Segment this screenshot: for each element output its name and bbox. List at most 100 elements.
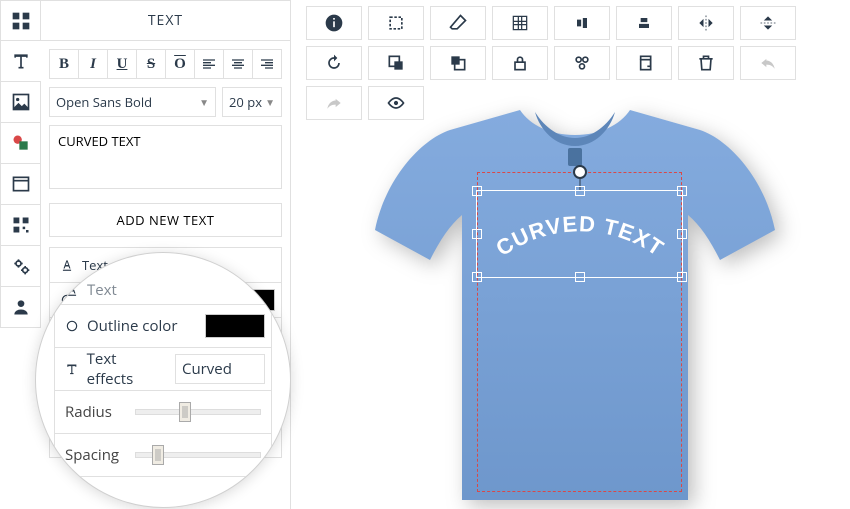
grid-button[interactable]	[492, 6, 548, 40]
italic-button[interactable]: I	[79, 50, 108, 78]
mag-effects-row: Text effects Curved	[54, 347, 272, 391]
handle-tm[interactable]	[575, 186, 585, 196]
grid-icon	[510, 13, 530, 33]
redo-icon	[324, 93, 344, 113]
strike-button[interactable]: S	[137, 50, 166, 78]
text-icon	[11, 51, 31, 71]
book-icon	[11, 174, 31, 194]
delete-button[interactable]	[678, 46, 734, 80]
bring-front-icon	[448, 53, 468, 73]
handle-tl[interactable]	[472, 186, 482, 196]
tab-shapes[interactable]	[0, 123, 41, 164]
format-toolbar: B I U S O	[49, 49, 282, 79]
undo-circle-icon	[324, 53, 344, 73]
mag-radius-slider[interactable]	[135, 403, 261, 421]
curved-text-content: CURVED TEXT	[491, 211, 668, 261]
group-button[interactable]	[554, 46, 610, 80]
align-center-icon	[230, 56, 246, 72]
mag-effects-select[interactable]: Curved	[175, 354, 265, 384]
tab-qrcode[interactable]	[0, 205, 41, 246]
magnifier-lens: Text Outline color Text effects Curved R…	[35, 252, 291, 508]
qr-icon	[11, 215, 31, 235]
mag-text-row: Text	[54, 275, 272, 305]
select-button[interactable]	[368, 6, 424, 40]
chevron-down-icon: ▼	[199, 95, 209, 109]
undo-button[interactable]	[740, 46, 796, 80]
mag-outline-label: Outline color	[87, 316, 177, 336]
flip-h-button[interactable]	[678, 6, 734, 40]
user-icon	[11, 297, 31, 317]
duplicate-button[interactable]	[616, 46, 672, 80]
trash-icon	[696, 53, 716, 73]
lock-icon	[510, 53, 530, 73]
tab-templates[interactable]	[0, 0, 41, 41]
eraser-icon	[448, 13, 468, 33]
shapes-icon	[11, 133, 31, 153]
erase-button[interactable]	[430, 6, 486, 40]
mag-spacing-row: Spacing	[54, 433, 272, 477]
align-left-icon	[201, 56, 217, 72]
curved-text-object[interactable]: CURVED TEXT	[476, 199, 683, 279]
font-size-value: 20 px	[229, 93, 262, 111]
info-button[interactable]	[306, 6, 362, 40]
bring-front-button[interactable]	[430, 46, 486, 80]
send-back-icon	[386, 53, 406, 73]
effects-icon	[65, 362, 79, 376]
chevron-down-icon: ▼	[265, 95, 275, 109]
duplicate-icon	[634, 53, 654, 73]
tab-templates2[interactable]	[0, 164, 41, 205]
tab-settings[interactable]	[0, 246, 41, 287]
mag-radius-label: Radius	[65, 402, 125, 422]
tab-account[interactable]	[0, 287, 41, 328]
send-back-button[interactable]	[368, 46, 424, 80]
font-select-value: Open Sans Bold	[56, 93, 152, 111]
image-icon	[11, 92, 31, 112]
underline-button[interactable]: U	[108, 50, 137, 78]
align-v-icon	[634, 13, 654, 33]
tab-image[interactable]	[0, 82, 41, 123]
text-color-icon	[60, 258, 74, 272]
rotate-handle[interactable]	[573, 165, 587, 179]
mag-effects-label: Text effects	[87, 349, 165, 389]
add-text-button[interactable]: ADD NEW TEXT	[49, 203, 282, 237]
align-h-button[interactable]	[554, 6, 610, 40]
handle-tr[interactable]	[677, 186, 687, 196]
align-right-icon	[259, 56, 275, 72]
align-left-button[interactable]	[195, 50, 224, 78]
mag-outline-swatch[interactable]	[205, 314, 265, 338]
mag-radius-row: Radius	[54, 390, 272, 434]
align-center-button[interactable]	[224, 50, 253, 78]
outline-icon	[65, 319, 79, 333]
gears-icon	[11, 256, 31, 276]
canvas-area: CURVED TEXT	[300, 0, 850, 509]
mag-spacing-label: Spacing	[65, 445, 125, 465]
mag-text-label: Text	[87, 280, 117, 300]
mag-effects-value: Curved	[182, 359, 232, 379]
mag-spacing-slider[interactable]	[135, 446, 261, 464]
font-select[interactable]: Open Sans Bold ▼	[49, 87, 216, 117]
align-h-icon	[572, 13, 592, 33]
grid-icon	[11, 11, 31, 31]
marquee-icon	[386, 13, 406, 33]
tab-text[interactable]	[0, 41, 41, 82]
reset-button[interactable]	[306, 46, 362, 80]
panel-title: TEXT	[41, 1, 290, 41]
group-icon	[572, 53, 592, 73]
flip-h-icon	[696, 13, 716, 33]
info-icon	[324, 13, 344, 33]
bold-button[interactable]: B	[50, 50, 79, 78]
undo-icon	[758, 53, 778, 73]
selection-bbox[interactable]: CURVED TEXT	[476, 190, 683, 278]
align-v-button[interactable]	[616, 6, 672, 40]
redo-button[interactable]	[306, 86, 362, 120]
svg-text:CURVED TEXT: CURVED TEXT	[491, 211, 668, 261]
lock-button[interactable]	[492, 46, 548, 80]
overline-button[interactable]: O	[166, 50, 195, 78]
flip-v-icon	[758, 13, 778, 33]
text-input[interactable]	[49, 125, 282, 189]
left-tabs	[0, 0, 41, 509]
flip-v-button[interactable]	[740, 6, 796, 40]
mag-outline-row: Outline color	[54, 304, 272, 348]
font-size-select[interactable]: 20 px▼	[222, 87, 282, 117]
align-right-button[interactable]	[253, 50, 281, 78]
